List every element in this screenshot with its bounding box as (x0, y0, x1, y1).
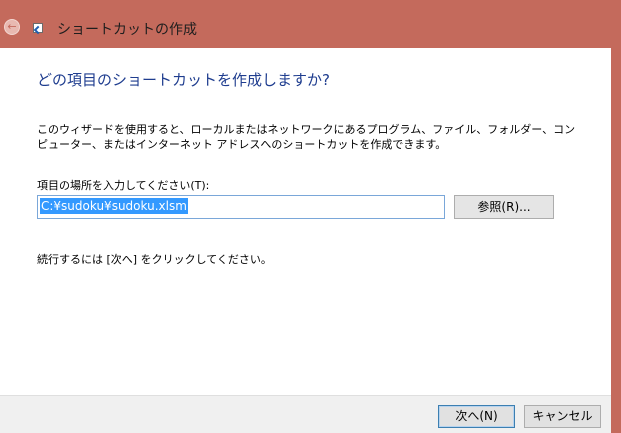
location-label: 項目の場所を入力してください(T): (37, 179, 210, 192)
browse-button[interactable]: 参照(R)... (454, 195, 554, 219)
wizard-description: このウィザードを使用すると、ローカルまたはネットワークにあるプログラム、ファイル… (37, 123, 576, 151)
window-title: ショートカットの作成 (57, 22, 197, 38)
back-arrow-icon[interactable]: ← (4, 19, 20, 35)
shortcut-icon (33, 23, 43, 33)
continue-instruction: 続行するには [次へ] をクリックしてください。 (37, 253, 272, 266)
page-heading: どの項目のショートカットを作成しますか? (37, 71, 330, 89)
title-bar: ← ショートカットの作成 (0, 0, 621, 48)
wizard-content: どの項目のショートカットを作成しますか? このウィザードを使用すると、ローカルま… (0, 48, 611, 395)
window-edge (611, 48, 621, 433)
location-input[interactable]: C:¥sudoku¥sudoku.xlsm (37, 195, 445, 219)
next-button[interactable]: 次へ(N) (438, 405, 515, 428)
location-input-value: C:¥sudoku¥sudoku.xlsm (40, 198, 188, 214)
cancel-button[interactable]: キャンセル (524, 405, 601, 428)
button-bar: 次へ(N) キャンセル (0, 395, 611, 433)
